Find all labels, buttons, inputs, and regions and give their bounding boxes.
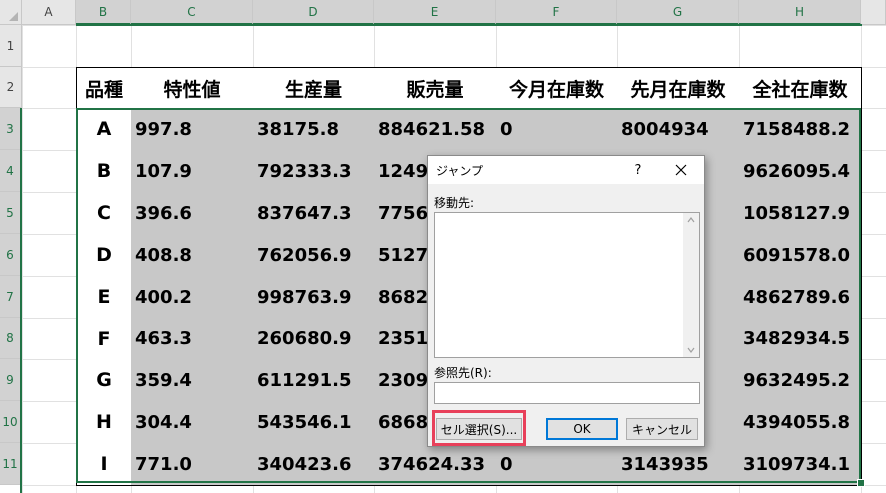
dialog-title: ジャンプ [436, 164, 484, 178]
header-cell[interactable]: 生産量 [253, 67, 375, 109]
data-cell[interactable]: 8004934 [617, 108, 740, 151]
cancel-button[interactable]: キャンセル [626, 418, 698, 440]
column-header-c[interactable]: C [131, 0, 253, 25]
column-header-filler [861, 0, 886, 25]
data-cell[interactable]: 792333.3 [253, 150, 375, 193]
scroll-down-icon[interactable] [686, 345, 696, 355]
row-header-1[interactable]: 1 [0, 25, 22, 67]
data-cell[interactable]: 0 [496, 443, 618, 486]
column-header-g[interactable]: G [617, 0, 739, 25]
header-cell[interactable]: 特性値 [131, 67, 254, 109]
data-cell[interactable]: 762056.9 [253, 234, 375, 277]
data-cell[interactable]: 9626095.4 [739, 150, 862, 193]
row-header-6[interactable]: 6 [0, 234, 22, 276]
data-cell[interactable]: 400.2 [131, 276, 254, 319]
data-cell[interactable]: 9632495.2 [739, 359, 862, 402]
data-cell[interactable]: 543546.1 [253, 401, 375, 444]
listbox-scrollbar[interactable] [683, 213, 699, 357]
data-cell[interactable]: 304.4 [131, 401, 254, 444]
goto-dialog: ジャンプ ? 移動先: 参照先(R): セル選択(S)... OK キャンセル [427, 155, 705, 447]
column-header-selection-line [76, 24, 862, 26]
data-cell[interactable]: 998763.9 [253, 276, 375, 319]
goto-listbox[interactable] [434, 212, 700, 358]
header-cell[interactable]: 販売量 [374, 67, 497, 109]
data-cell[interactable]: 260680.9 [253, 318, 375, 360]
cell-select-button[interactable]: セル選択(S)... [436, 418, 522, 440]
column-header-d[interactable]: D [253, 0, 374, 25]
help-icon[interactable]: ? [624, 158, 652, 182]
column-header-h[interactable]: H [739, 0, 861, 25]
row-header-8[interactable]: 8 [0, 318, 22, 359]
data-cell[interactable]: 6091578.0 [739, 234, 862, 277]
column-header-e[interactable]: E [374, 0, 496, 25]
row-label-cell[interactable]: B [76, 150, 132, 193]
row-header-5[interactable]: 5 [0, 192, 22, 234]
dialog-titlebar: ジャンプ ? [428, 156, 704, 184]
data-cell[interactable]: 107.9 [131, 150, 254, 193]
row-header-2[interactable]: 2 [0, 67, 22, 108]
row-label-cell[interactable]: D [76, 234, 132, 277]
row-header-11[interactable]: 11 [0, 443, 22, 485]
column-header-a[interactable]: A [22, 0, 76, 25]
row-header-10[interactable]: 10 [0, 401, 22, 443]
row-header-4[interactable]: 4 [0, 150, 22, 192]
row-label-cell[interactable]: G [76, 359, 132, 402]
row-header-3[interactable]: 3 [0, 108, 22, 150]
row-header-9[interactable]: 9 [0, 359, 22, 401]
header-cell[interactable]: 先月在庫数 [617, 67, 740, 109]
data-cell[interactable]: 408.8 [131, 234, 254, 277]
row-header-selection-line [20, 108, 22, 493]
close-icon[interactable] [666, 158, 696, 182]
data-cell[interactable]: 3109734.1 [739, 443, 862, 486]
row-label-cell[interactable]: E [76, 276, 132, 319]
row-label-cell[interactable]: F [76, 318, 132, 360]
data-cell[interactable]: 4394055.8 [739, 401, 862, 444]
fill-handle[interactable] [857, 479, 865, 487]
data-cell[interactable]: 359.4 [131, 359, 254, 402]
data-cell[interactable]: 7158488.2 [739, 108, 862, 151]
data-cell[interactable]: 396.6 [131, 192, 254, 235]
data-cell[interactable]: 38175.8 [253, 108, 375, 151]
reference-label: 参照先(R): [434, 366, 492, 380]
row-label-cell[interactable]: I [76, 443, 132, 486]
row-label-cell[interactable]: A [76, 108, 132, 151]
data-cell[interactable]: 374624.33 [374, 443, 497, 486]
header-cell[interactable]: 全社在庫数 [739, 67, 862, 109]
gridline-vertical [22, 25, 23, 493]
data-cell[interactable]: 4862789.6 [739, 276, 862, 319]
column-header-f[interactable]: F [496, 0, 617, 25]
header-cell[interactable]: 今月在庫数 [496, 67, 618, 109]
data-cell[interactable]: 3482934.5 [739, 318, 862, 360]
data-cell[interactable]: 463.3 [131, 318, 254, 360]
data-cell[interactable]: 1058127.9 [739, 192, 862, 235]
data-cell[interactable]: 611291.5 [253, 359, 375, 402]
ok-button[interactable]: OK [546, 418, 618, 440]
data-cell[interactable]: 0 [496, 108, 618, 151]
reference-input[interactable] [434, 382, 700, 404]
row-header-7[interactable]: 7 [0, 276, 22, 318]
select-all-corner[interactable] [0, 0, 22, 25]
header-cell[interactable]: 品種 [76, 67, 132, 109]
goto-label: 移動先: [434, 196, 475, 210]
data-cell[interactable]: 837647.3 [253, 192, 375, 235]
scroll-up-icon[interactable] [686, 215, 696, 225]
data-cell[interactable]: 340423.6 [253, 443, 375, 486]
data-cell[interactable]: 771.0 [131, 443, 254, 486]
data-cell[interactable]: 884621.58 [374, 108, 497, 151]
row-label-cell[interactable]: C [76, 192, 132, 235]
column-header-b[interactable]: B [76, 0, 131, 25]
data-cell[interactable]: 3143935 [617, 443, 740, 486]
data-cell[interactable]: 997.8 [131, 108, 254, 151]
row-label-cell[interactable]: H [76, 401, 132, 444]
